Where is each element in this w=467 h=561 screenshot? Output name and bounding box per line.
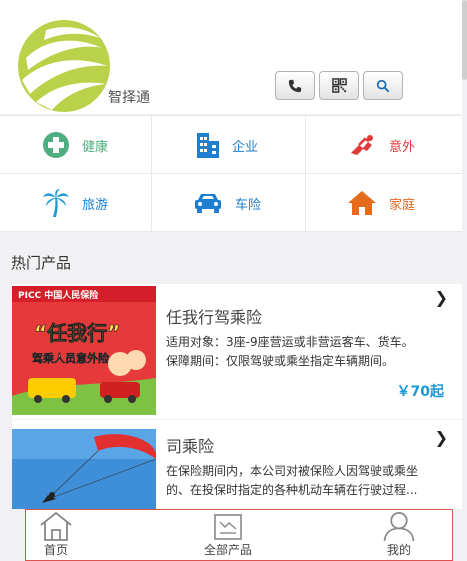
category-label: 意外 (388, 139, 415, 155)
product-card[interactable]: 司乘险 在保险期间内，本公司对被保险人因驾驶或乘坐 的、在投保时指定的各种机动车… (12, 420, 462, 509)
category-car[interactable]: 车险 (152, 174, 302, 232)
search-icon (376, 79, 390, 92)
palm-tree-icon (42, 189, 69, 217)
category-health[interactable]: 健康 (0, 116, 150, 174)
category-grid: 健康 企业 意外 旅游 车险 家庭 (0, 115, 462, 232)
product-price: ￥70起 (396, 384, 444, 400)
home-outline-icon (40, 511, 72, 541)
product-card[interactable]: PICC 中国人民保险 “任我行” 驾乘人员意外险 任我行驾乘险 适用对象：3座… (12, 284, 462, 419)
category-label: 家庭 (388, 197, 415, 213)
section-title: 热门产品 (11, 254, 72, 272)
fall-icon (350, 135, 373, 155)
home-icon (347, 191, 376, 215)
product-image (12, 429, 156, 509)
brand-name: 智择通 (108, 90, 150, 106)
product-desc-line2: 的、在投保时指定的各种机动车辆在行驶过程... (166, 483, 418, 497)
tab-bar: 首页 全部产品 我的 (25, 509, 453, 561)
product-banner: PICC 中国人民保险 “任我行” 驾乘人员意外险 (12, 286, 156, 415)
banner-brand: PICC 中国人民保险 (18, 289, 99, 301)
plus-cross-icon (42, 132, 69, 158)
header: 智择通 (0, 0, 462, 114)
category-travel[interactable]: 旅游 (0, 174, 150, 232)
category-label: 健康 (81, 139, 108, 155)
logo-icon (18, 20, 110, 112)
product-banner (12, 429, 156, 509)
car-icon (194, 194, 221, 213)
qrcode-icon (331, 78, 347, 93)
product-title: 司乘险 (166, 437, 215, 456)
qrcode-button[interactable] (319, 71, 359, 100)
chevron-right-icon: ❯ (434, 288, 448, 307)
tab-mine[interactable]: 我的 (374, 510, 424, 560)
tab-all-products[interactable]: 全部产品 (196, 510, 260, 560)
category-accident[interactable]: 意外 (306, 116, 456, 174)
product-image: PICC 中国人民保险 “任我行” 驾乘人员意外险 (12, 286, 156, 415)
banner-headline: “任我行” (34, 321, 120, 345)
tab-label: 我的 (386, 543, 411, 557)
building-icon (196, 133, 219, 158)
search-button[interactable] (363, 71, 403, 100)
chevron-right-icon: ❯ (434, 428, 448, 447)
tab-home[interactable]: 首页 (28, 510, 84, 560)
category-label: 车险 (234, 197, 261, 213)
phone-button[interactable] (275, 71, 315, 100)
scrollbar[interactable] (462, 0, 467, 80)
product-desc-line1: 适用对象：3座-9座营运或非营运客车、货车。 (166, 335, 414, 349)
tab-label: 首页 (43, 543, 68, 557)
banner-subhead: 驾乘人员意外险 (31, 351, 110, 365)
tab-label: 全部产品 (203, 543, 252, 557)
product-desc-line2: 保障期间：仅限驾驶或乘坐指定车辆期间。 (166, 354, 395, 368)
category-label: 旅游 (81, 197, 108, 213)
product-desc-line1: 在保险期间内，本公司对被保险人因驾驶或乘坐 (166, 464, 419, 478)
phone-icon (288, 79, 302, 92)
product-title: 任我行驾乘险 (166, 308, 263, 327)
category-enterprise[interactable]: 企业 (152, 116, 302, 174)
user-icon (383, 512, 415, 541)
category-family[interactable]: 家庭 (306, 174, 456, 232)
document-icon (214, 514, 242, 540)
category-label: 企业 (231, 139, 258, 155)
